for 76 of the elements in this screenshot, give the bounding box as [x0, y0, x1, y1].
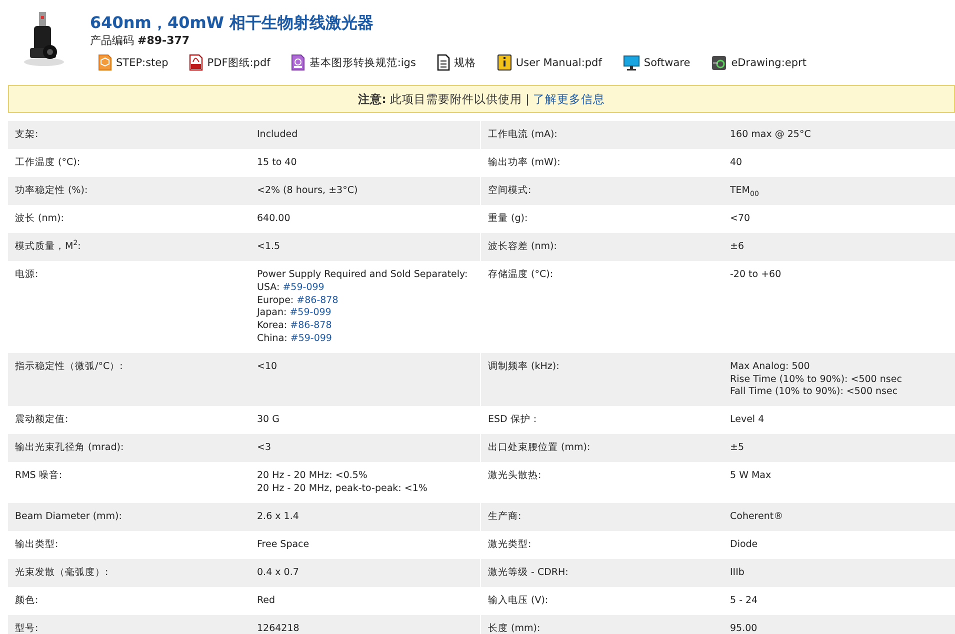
spec-value: Coherent® — [729, 510, 784, 524]
part-number-link[interactable]: #86-878 — [296, 294, 338, 306]
spec-value: -20 to +60 — [729, 268, 782, 282]
part-number-link[interactable]: #59-099 — [290, 307, 332, 318]
spec-value: Max Analog: 500 Rise Time (10% to 90%): <500 nsec Fall Time (10% to 90%): <500 nsec — [729, 360, 903, 400]
spec-label: Beam Diameter (mm): — [14, 510, 123, 524]
spec-value: IIIb — [729, 566, 746, 580]
attachment-link[interactable]: PDF图纸:pdf — [189, 54, 270, 71]
spec-value: TEM$_{00}$ — [729, 184, 760, 200]
spec-value: 20 Hz - 20 MHz: <0.5% 20 Hz - 20 MHz, peak-to-peak: <1% — [256, 469, 428, 496]
spec-value: Red — [256, 594, 276, 608]
attachment-link[interactable]: eDrawing:eprt — [711, 54, 806, 71]
spec-label: 长度 (mm): — [480, 614, 723, 634]
spec-label: 空间模式: — [480, 177, 723, 205]
spec-value: Included — [256, 128, 299, 142]
spec-value: 5 - 24 — [729, 594, 759, 608]
part-number-link[interactable]: #86-878 — [290, 320, 332, 332]
spec-value: ±6 — [729, 240, 746, 254]
spec-value: 160 max @ 25°C — [729, 128, 812, 142]
spec-label: RMS 噪音: — [14, 469, 64, 484]
part-number-link[interactable]: #59-099 — [282, 282, 324, 293]
spec-label: 输出光束孔径角 (mrad): — [14, 441, 125, 456]
spec-value: 95.00 — [729, 622, 758, 634]
part-number-link[interactable]: #59-099 — [290, 332, 332, 344]
attachment-link[interactable]: Software — [622, 54, 690, 71]
spec-label: 输出类型: — [14, 538, 60, 552]
document-icon — [436, 54, 450, 71]
spec-value: Free Space — [256, 538, 310, 552]
learn-more-link[interactable]: 了解更多信息 — [533, 92, 606, 106]
attachment-link[interactable]: STEP:step — [98, 54, 168, 71]
spec-value: Level 4 — [729, 413, 766, 428]
spec-label: 工作电流 (mA): — [480, 121, 723, 149]
spec-value: ±5 — [729, 441, 746, 456]
spec-value: 1264218 — [256, 622, 300, 634]
spec-label: 光束发散（毫弧度）: — [14, 566, 110, 580]
spec-label: 指示稳定性（微弧/°C）: — [14, 360, 124, 374]
spec-value: <2% (8 hours, ±3°C) — [256, 184, 359, 198]
spec-value: 40 — [729, 156, 744, 170]
spec-label: 波长容差 (nm): — [480, 233, 723, 261]
spec-label: 电源: — [14, 268, 40, 282]
spec-label: 功率稳定性 (%): — [14, 184, 89, 198]
spec-label: 震动额定值: — [14, 413, 70, 428]
spec-value: <3 — [256, 441, 272, 456]
spec-label: 支架: — [14, 128, 40, 142]
spec-value: <1.5 — [256, 240, 282, 254]
spec-value: 30 G — [256, 413, 280, 428]
spec-value: 640.00 — [256, 212, 292, 226]
spec-value: Power Supply Required and Sold Separately: USA: #59-099 Europe: #86-878 Japan: #59-099 Korea: #86-878 China: #59-099 — [256, 268, 469, 346]
spec-label: 调制频率 (kHz): — [480, 352, 723, 406]
spec-label: 生产商: — [480, 502, 723, 531]
spec-value: 2.6 x 1.4 — [256, 510, 300, 524]
spec-value: 15 to 40 — [256, 156, 298, 170]
attachment-link[interactable]: 基本图形转换规范:igs — [291, 54, 416, 71]
spec-value: 0.4 x 0.7 — [256, 566, 300, 580]
pdf-file-icon — [189, 54, 204, 71]
spec-label: 激光等级 - CDRH: — [480, 558, 723, 587]
spec-label: 颜色: — [14, 594, 40, 608]
attachment-link[interactable]: User Manual:pdf — [496, 54, 602, 71]
cube-file-icon — [98, 54, 112, 71]
spec-label: 型号: — [14, 622, 40, 634]
attachment-link[interactable]: 规格 — [436, 54, 476, 71]
product-title: 640nm，40mW 相干生物射线激光器 — [90, 13, 375, 33]
spec-value: 5 W Max — [729, 469, 772, 484]
notice-text: 注意: 此项目需要附件以供使用 | 了解更多信息 — [358, 92, 606, 106]
spec-label: 模式质量，M$^{2}$: — [14, 238, 82, 254]
spec-value: <10 — [256, 360, 278, 374]
file-icon — [291, 54, 306, 71]
spec-value: <70 — [729, 212, 752, 226]
spec-label: 波长 (nm): — [14, 212, 65, 226]
book-icon — [496, 54, 512, 71]
product-code: 产品编码 #89-377 — [90, 33, 191, 49]
spec-label: 出口处束腰位置 (mm): — [480, 434, 723, 462]
spec-label: 工作温度 (°C): — [14, 156, 82, 170]
drawing-file-icon — [711, 54, 728, 70]
monitor-icon — [622, 54, 640, 70]
spec-value: Diode — [729, 538, 759, 552]
